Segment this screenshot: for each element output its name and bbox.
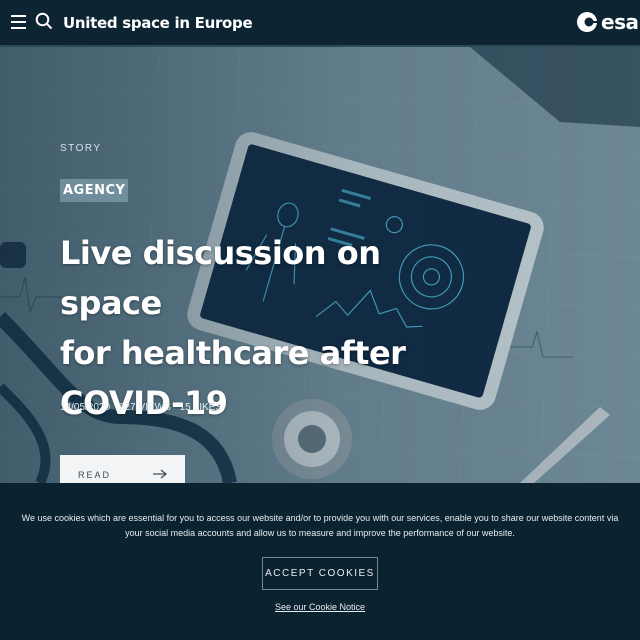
search-icon[interactable] — [35, 12, 53, 30]
cookie-message: We use cookies which are essential for y… — [21, 513, 619, 538]
cookie-notice-link[interactable]: See our Cookie Notice — [0, 602, 640, 612]
esa-logo[interactable]: esa — [576, 10, 639, 34]
site-title[interactable]: United space in Europe — [63, 14, 253, 32]
logo-text: esa — [601, 10, 639, 34]
headline-line: for healthcare after — [60, 334, 406, 372]
likes-number: 15 — [179, 402, 191, 413]
article-meta: 14/05/2020 627 VIEWS 15 LIKES — [60, 402, 228, 413]
category-tag[interactable]: AGENCY — [60, 179, 129, 202]
article-headline[interactable]: Live discussion on space for healthcare … — [60, 228, 420, 428]
content-type-label: STORY — [60, 143, 102, 154]
arrow-right-icon — [153, 469, 167, 479]
site-header: United space in Europe esa — [0, 0, 640, 47]
headline-line: Live discussion on space — [60, 234, 381, 322]
publish-date: 14/05/2020 — [60, 402, 111, 413]
views-count: 627 VIEWS — [119, 402, 171, 413]
likes-count: 15 LIKES — [180, 402, 222, 413]
esa-logo-icon — [577, 12, 597, 32]
views-label: VIEWS — [138, 402, 171, 413]
read-label: READ — [78, 470, 112, 480]
views-number: 627 — [118, 402, 136, 413]
likes-label: LIKES — [193, 402, 223, 413]
accept-cookies-button[interactable]: ACCEPT COOKIES — [262, 557, 378, 590]
menu-icon[interactable] — [11, 15, 26, 29]
cookie-banner: We use cookies which are essential for y… — [0, 483, 640, 640]
read-button[interactable]: READ — [60, 455, 185, 483]
